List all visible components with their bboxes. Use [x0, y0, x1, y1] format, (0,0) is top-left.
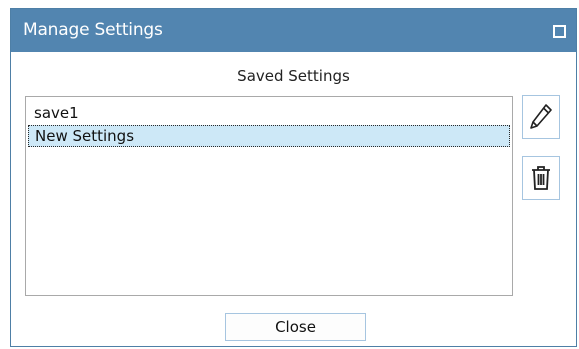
list-item[interactable]: save1: [28, 102, 510, 124]
close-button[interactable]: Close: [225, 313, 366, 341]
pencil-icon: [530, 104, 552, 129]
list-item-selected[interactable]: New Settings: [28, 125, 510, 147]
saved-settings-list[interactable]: save1 New Settings: [25, 96, 513, 296]
trash-icon: [532, 166, 550, 190]
edit-button[interactable]: [522, 95, 560, 139]
manage-settings-dialog: Manage Settings Saved Settings save1 New…: [10, 8, 577, 347]
section-title: Saved Settings: [237, 67, 350, 85]
title-bar: Manage Settings: [11, 9, 576, 52]
window-title: Manage Settings: [23, 20, 163, 40]
maximize-button[interactable]: [553, 25, 566, 38]
delete-button[interactable]: [522, 156, 560, 200]
